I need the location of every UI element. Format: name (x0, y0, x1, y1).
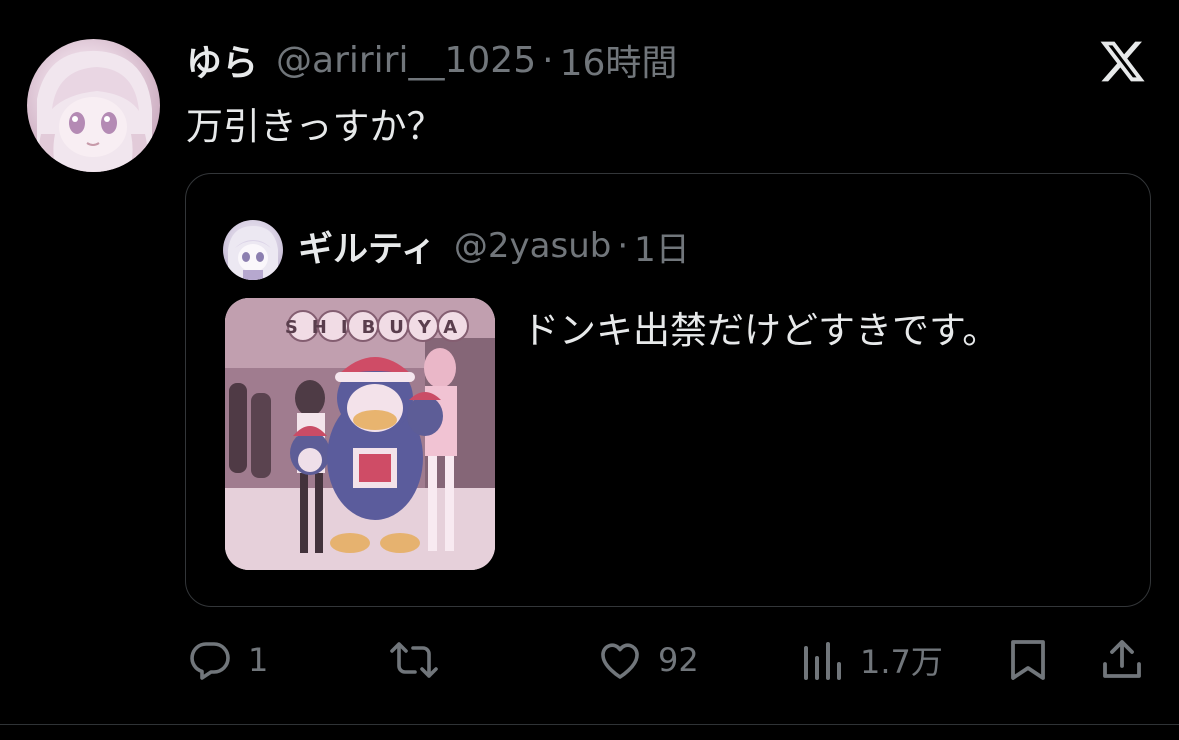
views-icon (800, 636, 846, 684)
bottom-divider (0, 724, 1179, 725)
author-display-name[interactable]: ゆら (186, 34, 258, 86)
tweet-header: ゆら @aririri__1025 · 16時間 (186, 34, 677, 86)
retweet-button[interactable] (387, 628, 441, 692)
separator-dot: · (542, 39, 554, 81)
x-logo-icon (1098, 37, 1147, 86)
views-count: 1.7万 (860, 643, 943, 681)
quoted-tweet-photo[interactable]: SHIBUYA (225, 298, 495, 570)
views-button[interactable]: 1.7万 (800, 628, 943, 692)
avatar-illustration (37, 50, 152, 172)
like-button[interactable]: 92 (596, 628, 699, 692)
like-count: 92 (658, 641, 699, 679)
tweet-timestamp[interactable]: 16時間 (560, 34, 678, 86)
share-button[interactable] (1099, 628, 1145, 692)
quoted-tweet-text: ドンキ出禁だけどすきです。 (522, 309, 1000, 352)
reply-icon (186, 636, 234, 684)
quoted-avatar-illustration (228, 226, 278, 280)
quoted-author-display-name: ギルティ (298, 229, 436, 270)
quoted-tweet-header: ギルティ @2yasub · 1日 (298, 222, 690, 270)
quoted-separator-dot: · (617, 226, 629, 266)
quoted-timestamp: 1日 (634, 229, 690, 270)
reply-button[interactable]: 1 (186, 628, 268, 692)
quoted-author-avatar (223, 220, 283, 280)
reply-count: 1 (248, 641, 269, 679)
photo-illustration: SHIBUYA (225, 298, 495, 570)
tweet-action-bar: 1 92 1.7万 (0, 628, 1179, 692)
bookmark-button[interactable] (1005, 628, 1051, 692)
tweet-text: 万引きっすか？ (186, 105, 444, 148)
heart-icon (596, 636, 644, 684)
share-icon (1099, 636, 1145, 684)
author-handle[interactable]: @aririri__1025 (276, 40, 536, 81)
quoted-tweet-card[interactable]: ギルティ @2yasub · 1日 SHIBUYA ドンキ出禁だけどすきです。 (185, 173, 1151, 607)
retweet-icon (387, 636, 441, 684)
author-avatar[interactable] (27, 39, 160, 172)
quoted-author-handle: @2yasub (453, 226, 612, 266)
bookmark-icon (1005, 636, 1051, 684)
